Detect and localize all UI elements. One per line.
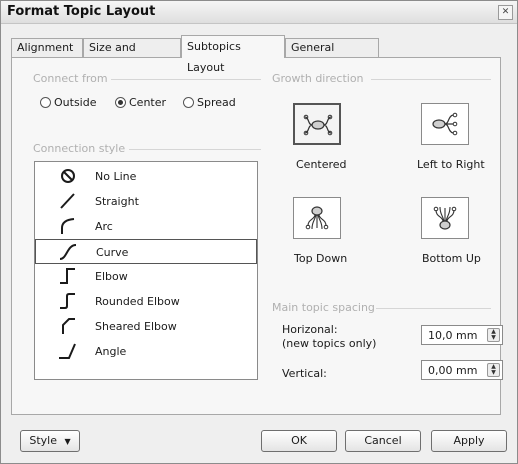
sheared-elbow-icon [62, 318, 75, 334]
radio-circle [115, 97, 126, 108]
connection-style-straight[interactable]: Straight [35, 189, 257, 214]
growth-top-down-label: Top Down [294, 252, 348, 265]
radio-label: Outside [54, 96, 97, 109]
growth-left-to-right-label: Left to Right [417, 158, 485, 171]
connection-style-label: Angle [95, 345, 127, 358]
growth-top-down-button[interactable] [293, 197, 341, 239]
connection-style-label: Rounded Elbow [95, 295, 180, 308]
growth-centered-label: Centered [296, 158, 347, 171]
connection-style-label: Sheared Elbow [95, 320, 177, 333]
close-icon[interactable]: ✕ [498, 5, 513, 20]
horizontal-spacing-spinner[interactable]: 10,0 mm ▲ ▼ [421, 325, 503, 345]
connection-style-curve[interactable]: Curve [35, 239, 257, 264]
connection-style-rounded-elbow[interactable]: Rounded Elbow [35, 289, 257, 314]
elbow-line-icon [60, 268, 75, 284]
growth-centered-button[interactable] [293, 103, 341, 145]
growth-bottom-up-button[interactable] [421, 197, 469, 239]
radio-center[interactable]: Center [115, 96, 166, 110]
radio-circle [40, 97, 51, 108]
connection-style-label: Straight [95, 195, 139, 208]
group-divider [129, 149, 261, 150]
connection-style-angle[interactable]: Angle [35, 339, 257, 364]
connection-style-heading: Connection style [33, 142, 126, 155]
connection-style-no-line[interactable]: No Line [35, 164, 257, 189]
horizontal-spacing-value: 10,0 mm [428, 329, 478, 342]
tab-alignment[interactable]: Alignment [11, 38, 83, 57]
format-topic-layout-dialog: Format Topic Layout ✕ Alignment Size and… [0, 0, 518, 464]
group-divider [376, 308, 491, 309]
radio-label: Center [129, 96, 167, 109]
ok-button[interactable]: OK [261, 430, 337, 452]
horizontal-spacing-label: Horizonal: [282, 323, 338, 336]
tab-label: Alignment [17, 41, 74, 54]
connect-from-heading: Connect from [33, 72, 108, 85]
style-button-label: Style [29, 434, 57, 447]
radio-circle [183, 97, 194, 108]
vertical-spacing-spinner[interactable]: 0,00 mm ▲ ▼ [421, 360, 503, 380]
spin-arrows-icon[interactable]: ▲ ▼ [487, 363, 500, 377]
dialog-title: Format Topic Layout [7, 4, 156, 19]
connection-style-arc[interactable]: Arc [35, 214, 257, 239]
cancel-button[interactable]: Cancel [345, 430, 421, 452]
vertical-spacing-value: 0,00 mm [428, 364, 478, 377]
tab-general-layout[interactable]: General Layout [285, 38, 379, 72]
top-down-layout-icon [305, 206, 329, 230]
connection-style-label: No Line [95, 170, 137, 183]
style-dropdown-button[interactable]: Style ▼ [20, 430, 80, 452]
spin-arrows-icon[interactable]: ▲ ▼ [487, 328, 500, 342]
angle-line-icon [59, 343, 76, 359]
apply-button-label: Apply [453, 434, 485, 447]
growth-left-to-right-button[interactable] [421, 103, 469, 145]
radio-spread[interactable]: Spread [183, 96, 236, 110]
title-bar[interactable]: Format Topic Layout ✕ [1, 1, 517, 24]
connection-style-list[interactable]: No Line Straight Arc Curve Elbow Rounded… [34, 161, 258, 380]
growth-direction-heading: Growth direction [272, 72, 364, 85]
no-line-icon [61, 169, 75, 183]
growth-bottom-up-label: Bottom Up [422, 252, 481, 265]
arc-line-icon [61, 218, 75, 234]
vertical-spacing-label: Vertical: [282, 367, 327, 380]
connection-style-sheared-elbow[interactable]: Sheared Elbow [35, 314, 257, 339]
rounded-elbow-icon [60, 293, 75, 309]
horizontal-spacing-sublabel: (new topics only) [282, 337, 377, 350]
group-divider [371, 79, 491, 80]
radio-outside[interactable]: Outside [40, 96, 96, 110]
curve-line-icon [59, 244, 77, 260]
connection-style-elbow[interactable]: Elbow [35, 264, 257, 289]
connection-style-label: Arc [95, 220, 113, 233]
ok-button-label: OK [291, 434, 307, 447]
bottom-up-layout-icon [433, 206, 457, 230]
straight-line-icon [60, 193, 75, 209]
dropdown-arrow-icon: ▼ [64, 437, 71, 446]
tab-size-and-margins[interactable]: Size and Margins [83, 38, 181, 72]
apply-button[interactable]: Apply [431, 430, 507, 452]
connection-style-label: Elbow [95, 270, 128, 283]
radio-label: Spread [197, 96, 236, 109]
tab-subtopics-layout[interactable]: Subtopics Layout [181, 35, 285, 74]
main-topic-spacing-heading: Main topic spacing [272, 301, 375, 314]
centered-layout-icon [303, 114, 333, 136]
cancel-button-label: Cancel [364, 434, 402, 447]
connection-style-label: Curve [96, 246, 129, 259]
left-to-right-layout-icon [432, 112, 458, 136]
group-divider [111, 79, 261, 80]
